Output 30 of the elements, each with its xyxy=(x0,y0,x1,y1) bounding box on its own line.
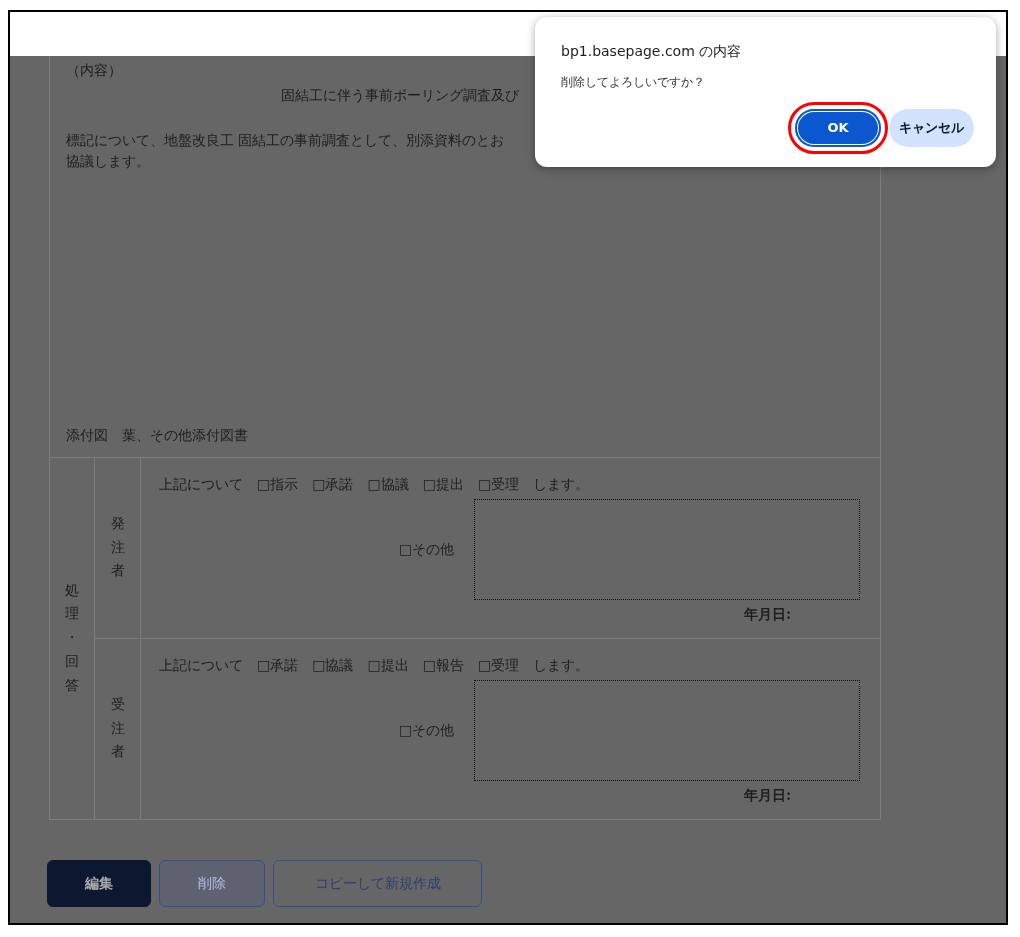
option-text: □協議 xyxy=(312,655,354,675)
party-label: 受注者 xyxy=(110,694,125,762)
dialog-message: 削除してよろしいですか？ xyxy=(561,74,705,91)
attachments-text: 添付図 葉、その他添付図書 xyxy=(66,426,248,445)
body-text: 協議します。 xyxy=(66,151,150,172)
comment-field[interactable] xyxy=(474,679,861,781)
subject-text: 固結工に伴う事前ボーリング調査及び xyxy=(281,86,519,105)
content-label: （内容） xyxy=(66,61,122,80)
other-option: □その他 xyxy=(399,538,455,560)
section-label: 処理・回答 xyxy=(65,580,79,695)
party-label: 発注者 xyxy=(110,513,125,581)
option-tail: します。 xyxy=(533,655,590,675)
date-label: 年月日: xyxy=(744,603,792,625)
option-text: □承諾 xyxy=(257,655,299,675)
option-text: □承諾 xyxy=(312,474,354,494)
option-text: □協議 xyxy=(367,474,409,494)
option-text: □受理 xyxy=(477,655,520,675)
date-label: 年月日: xyxy=(744,784,792,806)
option-text: □受理 xyxy=(477,474,520,494)
option-text: □提出 xyxy=(422,474,464,494)
dialog-title: bp1.basepage.com の内容 xyxy=(561,42,742,61)
option-text: □報告 xyxy=(422,655,464,675)
edit-button[interactable]: 編集 xyxy=(47,859,151,907)
option-text: □提出 xyxy=(367,655,409,675)
other-option: □その他 xyxy=(399,719,455,741)
option-text: □指示 xyxy=(257,474,299,494)
cancel-button[interactable]: キャンセル xyxy=(889,109,974,147)
comment-field[interactable] xyxy=(474,498,861,600)
option-tail: します。 xyxy=(533,474,590,494)
body-text: 標記について、地盤改良工 固結工の事前調査として、別添資料のとお xyxy=(66,130,505,151)
